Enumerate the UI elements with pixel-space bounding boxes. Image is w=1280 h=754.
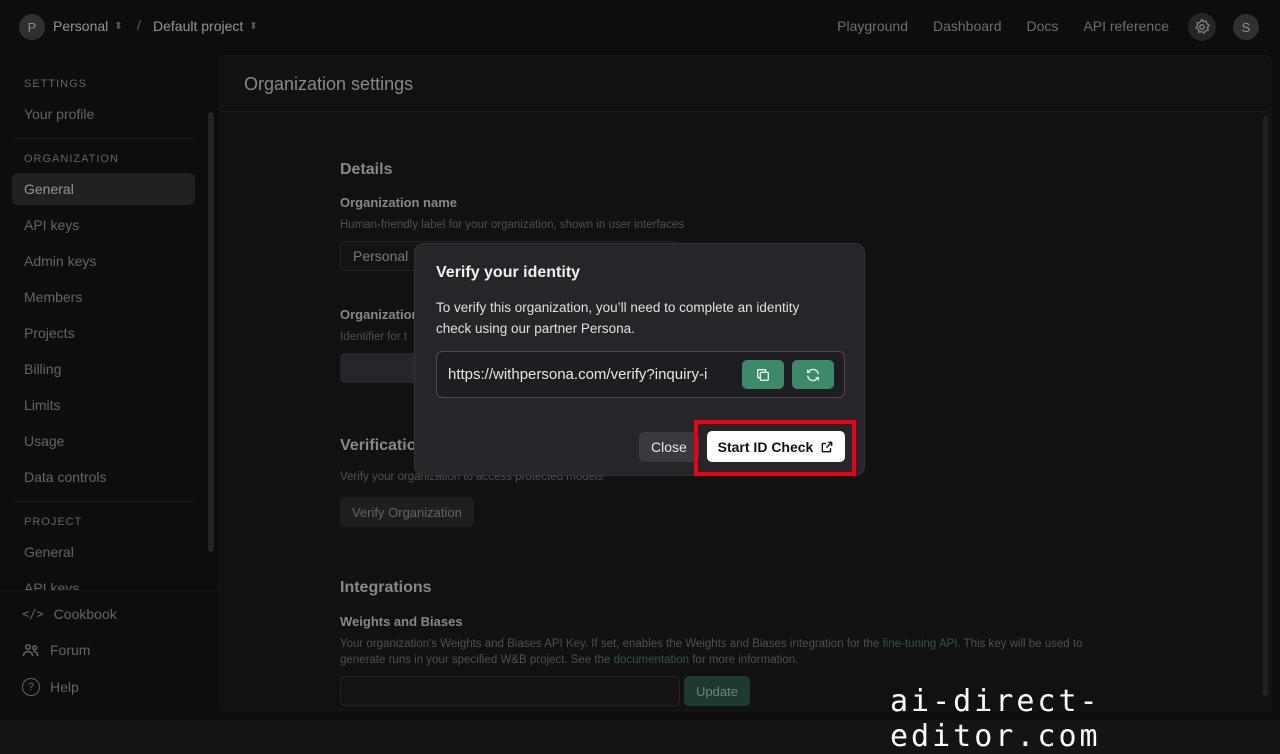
copy-icon	[757, 368, 769, 381]
dialog-body: To verify this organization, you’ll need…	[436, 300, 800, 336]
copy-url-button[interactable]	[742, 360, 784, 389]
highlight-box	[694, 420, 856, 476]
close-button[interactable]: Close	[639, 432, 699, 462]
refresh-url-button[interactable]	[792, 360, 834, 389]
verification-url-box: https://withpersona.com/verify?inquiry-i	[436, 351, 845, 398]
refresh-icon	[807, 368, 819, 381]
verification-url[interactable]: https://withpersona.com/verify?inquiry-i	[448, 366, 736, 383]
dialog-title: Verify your identity	[436, 264, 581, 281]
watermark-text: ai-direct-editor.com	[890, 684, 1101, 754]
